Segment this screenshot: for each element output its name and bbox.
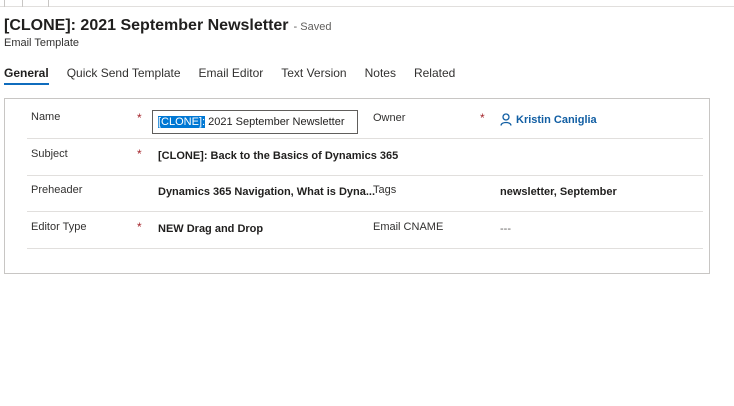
email-cname-value[interactable]: --- — [500, 223, 511, 235]
tags-value[interactable]: newsletter, September — [500, 186, 617, 198]
tab-notes[interactable]: Notes — [365, 66, 396, 85]
editor-type-label: Editor Type — [31, 221, 87, 233]
owner-name: Kristin Caniglia — [516, 113, 597, 126]
tab-quick-send-template[interactable]: Quick Send Template — [67, 66, 181, 85]
tab-email-editor[interactable]: Email Editor — [199, 66, 264, 85]
required-indicator: * — [137, 147, 142, 161]
entity-type-label: Email Template — [4, 37, 79, 49]
required-indicator: * — [480, 111, 485, 125]
name-label: Name — [31, 111, 61, 123]
top-command-strip — [0, 0, 734, 7]
name-input[interactable]: [CLONE]: 2021 September Newsletter — [152, 110, 358, 134]
strip-divider — [48, 0, 49, 7]
tab-related[interactable]: Related — [414, 66, 455, 85]
form-row-subject: Subject * [CLONE]: Back to the Basics of… — [27, 139, 703, 176]
name-input-text: 2021 September Newsletter — [205, 116, 345, 128]
form-row-name: Name * [CLONE]: 2021 September Newslette… — [27, 103, 703, 139]
record-header: [CLONE]: 2021 September Newsletter - Sav… — [4, 17, 331, 49]
person-icon — [500, 113, 512, 126]
form-tabs: General Quick Send Template Email Editor… — [4, 66, 473, 85]
tags-label: Tags — [373, 184, 397, 196]
owner-label: Owner — [373, 112, 406, 124]
subject-value[interactable]: [CLONE]: Back to the Basics of Dynamics … — [158, 150, 398, 162]
tab-general[interactable]: General — [4, 66, 49, 85]
strip-divider — [22, 0, 23, 7]
tab-text-version[interactable]: Text Version — [281, 66, 346, 85]
subject-label: Subject — [31, 148, 68, 160]
preheader-label: Preheader — [31, 184, 83, 196]
save-status: - Saved — [293, 21, 332, 33]
required-indicator: * — [137, 220, 142, 234]
strip-divider — [4, 0, 5, 7]
required-indicator: * — [137, 111, 142, 125]
general-section: Name * [CLONE]: 2021 September Newslette… — [4, 98, 710, 274]
owner-lookup-link[interactable]: Kristin Caniglia — [500, 113, 597, 126]
name-selected-text: [CLONE]: — [158, 116, 206, 128]
form-row-preheader: Preheader Dynamics 365 Navigation, What … — [27, 176, 703, 212]
email-cname-label: Email CNAME — [373, 221, 444, 233]
record-title: [CLONE]: 2021 September Newsletter — [4, 17, 289, 34]
editor-type-value[interactable]: NEW Drag and Drop — [158, 223, 263, 235]
preheader-value[interactable]: Dynamics 365 Navigation, What is Dyna... — [158, 186, 375, 198]
form-row-editor-type: Editor Type * NEW Drag and Drop Email CN… — [27, 212, 703, 249]
